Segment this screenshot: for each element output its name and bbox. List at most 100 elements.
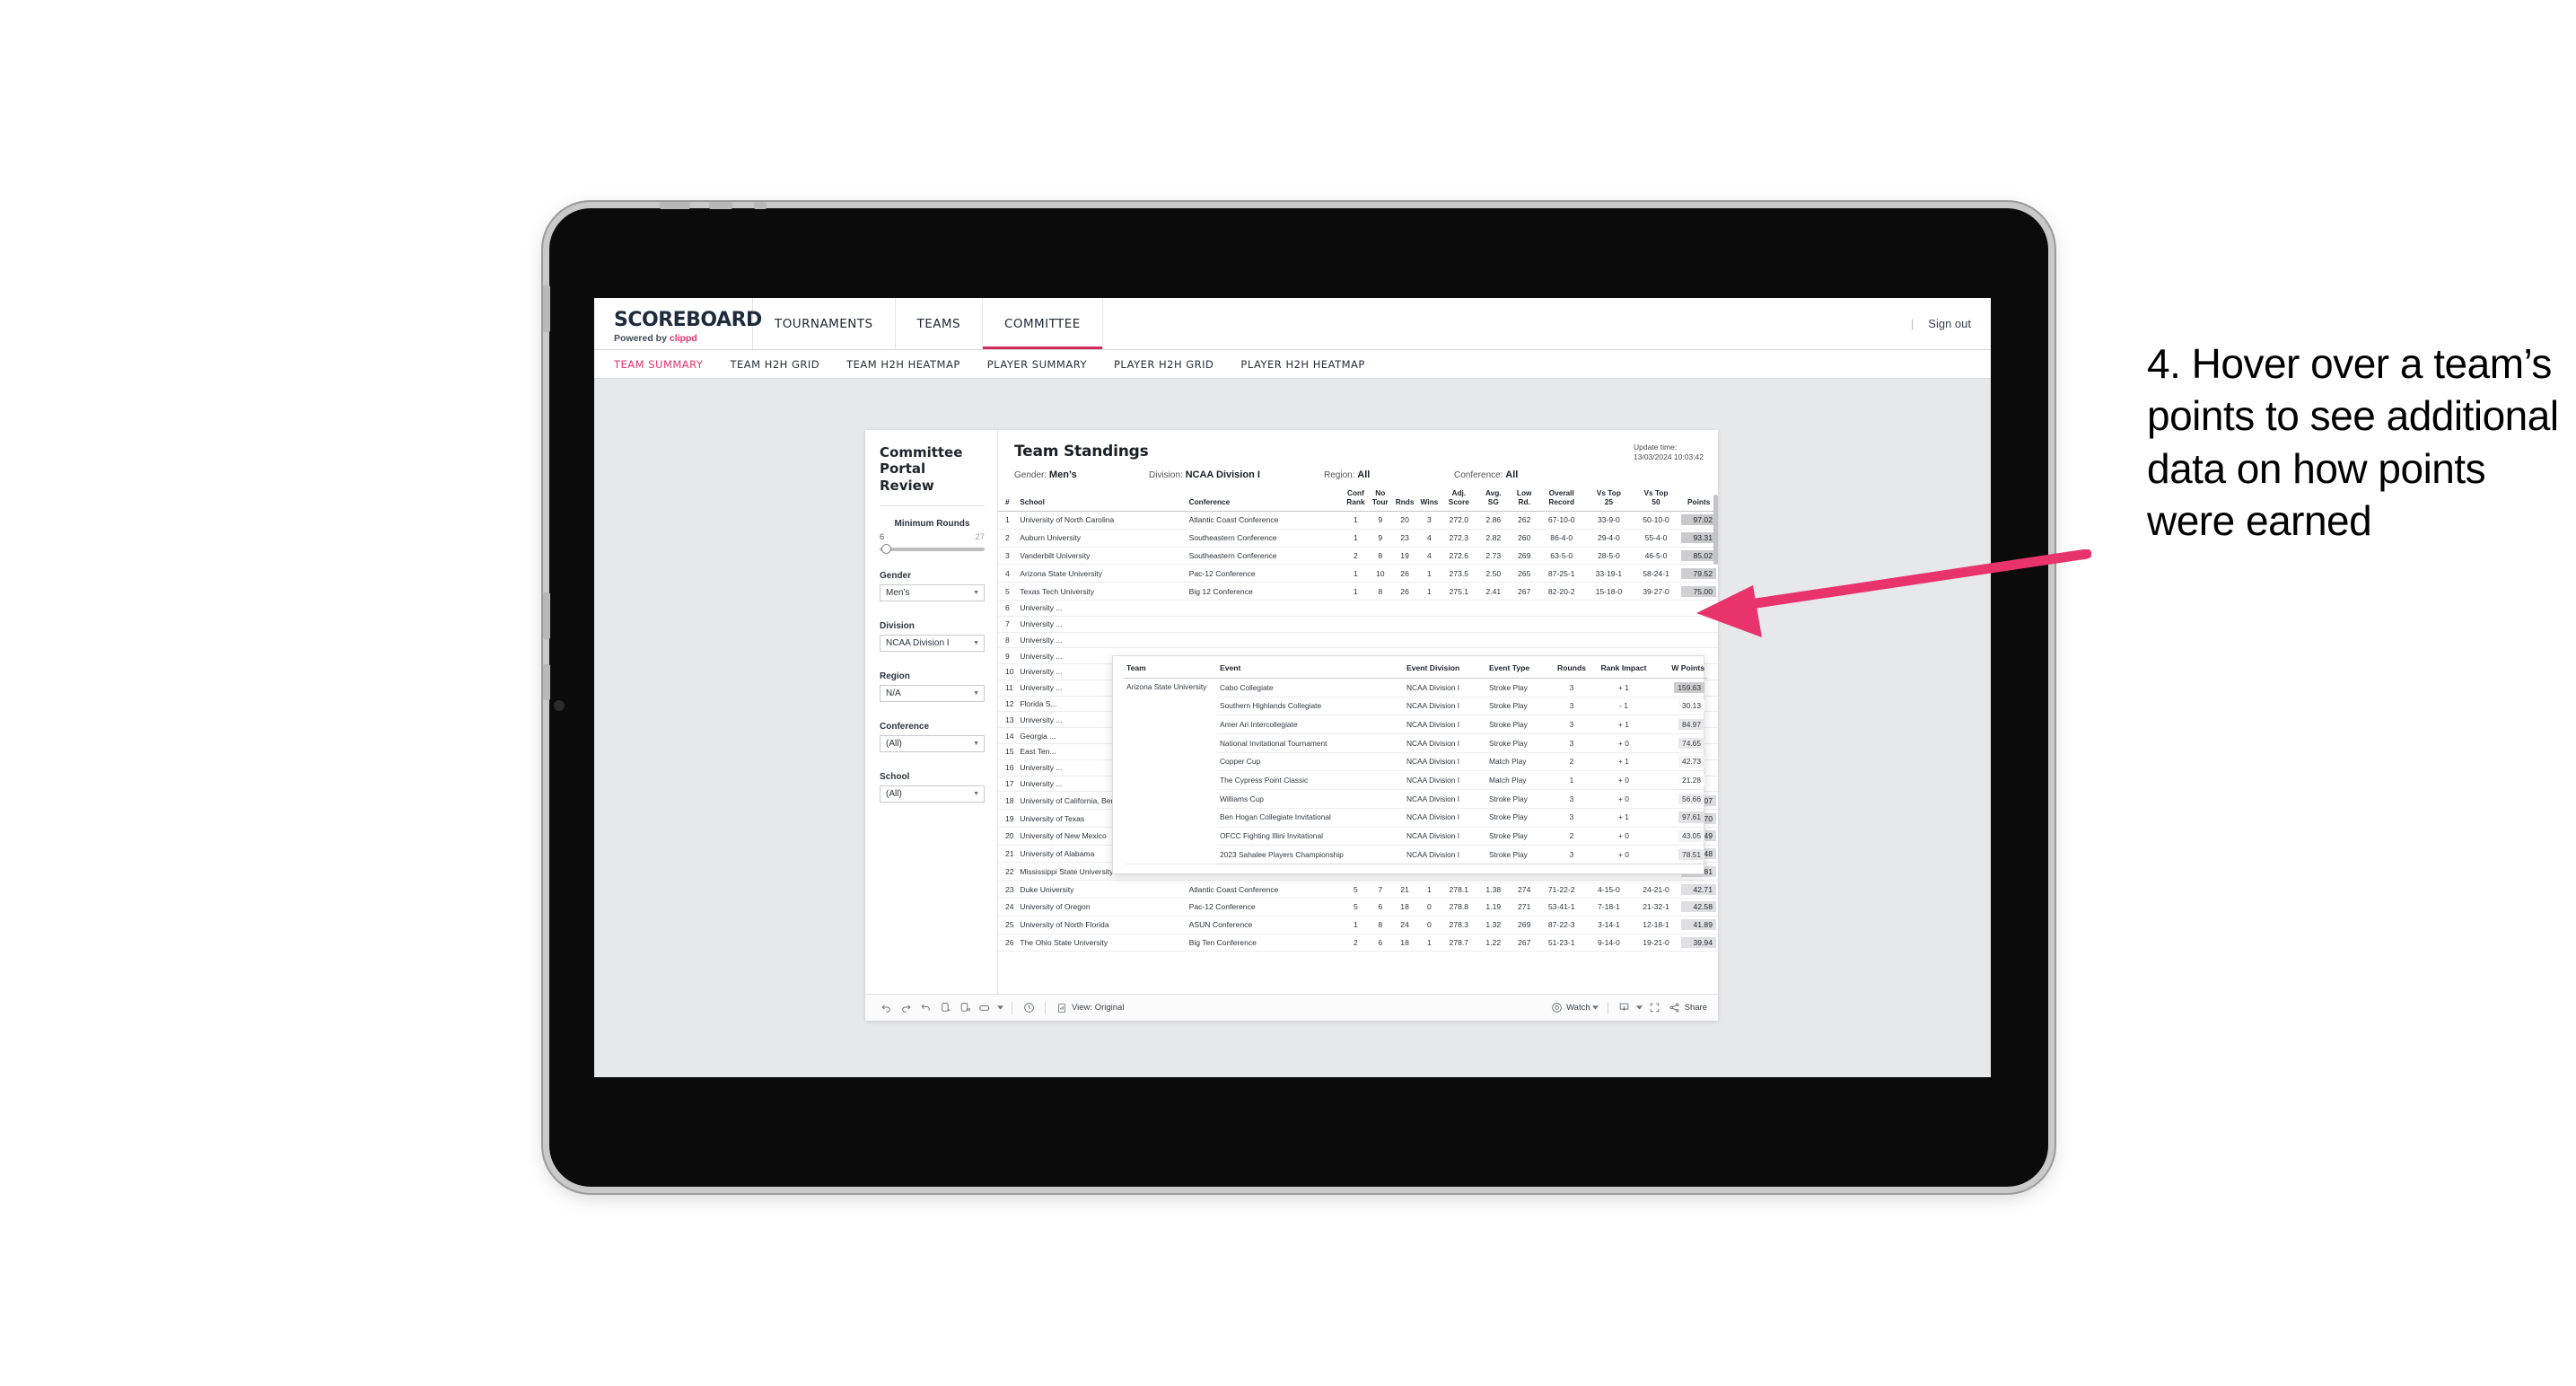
device-preview-caret-icon[interactable] [994,998,1005,1018]
nav-item-tournaments[interactable]: TOURNAMENTS [753,298,896,349]
brand-logo[interactable]: SCOREBOARD Powered by clippd [594,298,762,349]
nav-item-committee[interactable]: COMMITTEE [983,298,1103,349]
cell-points[interactable]: 41.89 [1679,916,1718,934]
points-value[interactable]: 42.71 [1681,883,1716,895]
tab-team-h2h-grid[interactable]: TEAM H2H GRID [730,358,819,371]
cell-vs-top-50: 46-5-0 [1632,547,1680,566]
col-avg-sg[interactable]: Avg. SG [1476,488,1511,513]
cell-no-tour: 8 [1368,582,1393,601]
signout-link[interactable]: Sign out [1928,317,1971,330]
history-icon[interactable] [1019,998,1038,1018]
table-row[interactable]: 8 University ... [998,632,1718,649]
table-row[interactable]: 23 Duke University Atlantic Coast Conferen… [998,880,1718,899]
cell-rank: 4 [998,564,1019,583]
cell-points[interactable]: 93.31 [1679,529,1718,548]
table-row[interactable]: 24 University of Oregon Pac-12 Conference 5… [998,898,1718,917]
tab-player-summary[interactable]: PLAYER SUMMARY [987,358,1087,371]
conference-select[interactable]: (All) ▼ [880,734,985,752]
col-rank[interactable]: # [998,489,1019,513]
table-row[interactable]: 6 University ... [998,600,1718,617]
bottom-toolbar: View: Original Watch Share [865,994,1718,1021]
tooltip-event-type: Stroke Play [1486,808,1551,828]
tab-player-h2h-grid[interactable]: PLAYER H2H GRID [1114,358,1214,371]
col-wins[interactable]: Wins [1416,489,1442,513]
download-icon[interactable] [1615,998,1634,1018]
refresh-icon[interactable] [935,998,955,1018]
device-preview-icon[interactable] [975,998,994,1018]
points-value[interactable]: 39.94 [1681,936,1716,948]
cell-overall-record [1538,600,1586,617]
revert-icon[interactable] [916,998,935,1018]
watch-caret-icon[interactable] [1590,998,1601,1018]
tab-team-h2h-heatmap[interactable]: TEAM H2H HEATMAP [846,358,960,371]
table-row[interactable]: 26 The Ohio State University Big Ten Confe… [998,934,1718,952]
view-original-label[interactable]: View: Original [1072,1003,1124,1013]
points-value[interactable]: 97.02 [1681,514,1716,526]
col-low-rd[interactable]: Low Rd. [1511,488,1538,513]
col-no-tour[interactable]: No Tour [1368,488,1393,513]
undo-icon[interactable] [876,998,896,1018]
cell-adj-score: 272.3 [1441,529,1476,548]
table-row[interactable]: 25 University of North Florida ASUN Confer… [998,916,1718,934]
table-row[interactable]: 1 University of North Carolina Atlantic Co… [998,511,1718,530]
tab-team-summary[interactable]: TEAM SUMMARY [614,358,703,371]
watch-icon[interactable] [1546,998,1566,1018]
tooltip-event-type: Stroke Play [1486,678,1551,697]
points-value[interactable]: 42.58 [1681,901,1716,913]
cell-wins: 4 [1416,547,1442,566]
table-row[interactable]: 2 Auburn University Southeastern Conferenc… [998,529,1718,548]
col-conf-rank[interactable]: Conf Rank [1343,488,1369,513]
cell-vs-top-25: 28-5-0 [1585,547,1633,566]
gender-select[interactable]: Men’s ▼ [880,583,985,601]
cell-conference: Atlantic Coast Conference [1187,511,1344,530]
table-row[interactable]: 3 Vanderbilt University Southeastern Confe… [998,547,1718,566]
col-overall-record[interactable]: Overall Record [1538,488,1586,513]
cell-no-tour: 9 [1368,529,1393,548]
table-row[interactable]: 4 Arizona State University Pac-12 Conferen… [998,564,1718,583]
cell-school: University ... [1018,600,1187,617]
view-original-icon[interactable] [1052,998,1072,1018]
standings-header-row: # School Conference Conf Rank No Tour Rnds… [998,488,1718,513]
watch-label[interactable]: Watch [1566,1003,1590,1013]
cell-no-tour: 6 [1368,934,1393,952]
col-adj-score[interactable]: Adj. Score [1441,488,1476,513]
table-row[interactable]: 5 Texas Tech University Big 12 Conference 1… [998,582,1718,601]
cell-conference: Big 12 Conference [1187,582,1344,601]
share-icon[interactable] [1665,998,1685,1018]
division-select[interactable]: NCAA Division I ▼ [880,634,985,652]
col-conference[interactable]: Conference [1187,489,1344,513]
col-points[interactable]: Points [1679,489,1718,513]
cell-rnds [1392,616,1417,633]
fullscreen-icon[interactable] [1645,998,1665,1018]
col-school[interactable]: School [1018,489,1187,513]
nav-item-teams[interactable]: TEAMS [896,298,983,349]
table-row[interactable]: 7 University ... [998,616,1718,633]
col-rnds[interactable]: Rnds [1392,489,1417,513]
tooltip-rounds: 3 [1551,697,1592,716]
cell-points[interactable]: 97.02 [1679,511,1718,530]
school-label: School [880,771,910,782]
tooltip-rounds: 3 [1551,733,1592,753]
points-value[interactable]: 41.89 [1681,919,1716,931]
tooltip-w-points-value: 84.97 [1678,718,1704,731]
tooltip-event-type: Stroke Play [1486,697,1551,716]
share-label[interactable]: Share [1685,1003,1707,1013]
cell-points[interactable]: 39.94 [1679,934,1718,952]
chevron-down-icon: ▼ [973,740,979,747]
chevron-down-icon: ▼ [973,689,979,697]
col-vs-top-25[interactable]: Vs Top 25 [1585,488,1633,513]
tab-player-h2h-heatmap[interactable]: PLAYER H2H HEATMAP [1240,358,1364,371]
download-caret-icon[interactable] [1634,998,1645,1018]
region-select[interactable]: N/A ▼ [880,684,985,702]
tooltip-header-row: Team Event Event Division Event Type Rou… [1124,663,1707,679]
minimum-rounds-slider-knob[interactable] [881,543,891,554]
cell-points[interactable]: 42.58 [1679,898,1718,917]
redo-icon[interactable] [896,998,916,1018]
tooltip-event-type: Stroke Play [1486,789,1551,809]
school-select[interactable]: (All) ▼ [880,785,985,803]
points-value[interactable]: 93.31 [1681,532,1716,544]
pause-auto-update-icon[interactable] [955,998,975,1018]
col-vs-top-50[interactable]: Vs Top 50 [1632,488,1680,513]
cell-points[interactable]: 42.71 [1679,880,1718,899]
minimum-rounds-slider[interactable] [880,543,985,554]
